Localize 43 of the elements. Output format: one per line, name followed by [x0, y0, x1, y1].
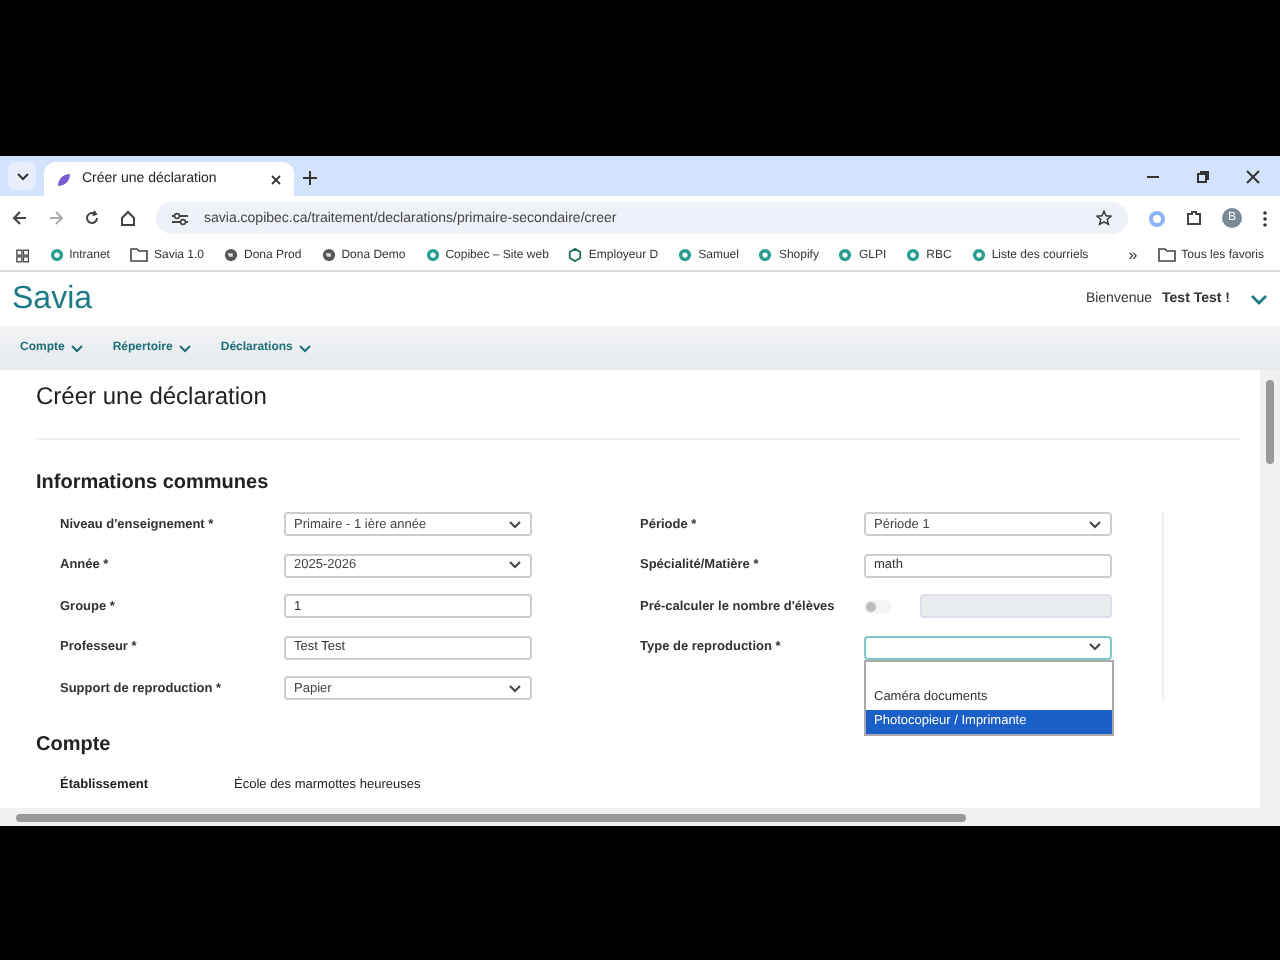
chevron-icon: [1088, 519, 1102, 530]
caret-icon: [70, 343, 85, 353]
caret-icon: [15, 171, 29, 181]
section-title: Compte: [36, 733, 111, 755]
new-tab-icon[interactable]: [302, 170, 318, 186]
caret-icon: [298, 343, 313, 353]
hexagon-icon: [568, 248, 583, 262]
chevron-icon: [508, 560, 522, 571]
tab-list-button[interactable]: [8, 162, 36, 190]
site-icon: [758, 248, 773, 262]
site-icon: [838, 248, 853, 262]
close-icon[interactable]: [1246, 169, 1260, 183]
folder-icon: [129, 248, 148, 262]
section-title: Informations communes: [36, 472, 269, 494]
site-settings-icon[interactable]: [172, 211, 188, 225]
vertical-scrollbar[interactable]: [1260, 370, 1280, 808]
chevron-icon[interactable]: [1250, 293, 1268, 305]
logo[interactable]: Savia: [12, 281, 93, 317]
restore-icon[interactable]: [1196, 169, 1210, 183]
home-icon[interactable]: [120, 210, 136, 226]
chevron-icon: [508, 683, 522, 694]
horizontal-scrollbar[interactable]: [0, 808, 1280, 826]
puzzle-icon[interactable]: [1186, 210, 1202, 226]
site-icon: [971, 248, 986, 262]
app-icon: [56, 171, 72, 187]
site-icon: [678, 248, 693, 262]
site-icon: [425, 248, 440, 262]
star-icon[interactable]: [1096, 210, 1112, 226]
reload-icon[interactable]: [84, 210, 100, 226]
chevron-icon: [1088, 642, 1102, 653]
site-icon: [49, 248, 64, 262]
close-icon[interactable]: [270, 173, 282, 185]
menu-icon[interactable]: [1262, 209, 1268, 227]
folder-icon: [1157, 248, 1176, 262]
page-title: Créer une déclaration: [36, 382, 269, 410]
back-icon[interactable]: [12, 210, 28, 226]
more-bookmarks-button[interactable]: »: [1128, 246, 1138, 264]
chevron-icon: [508, 519, 522, 530]
apps-icon[interactable]: [16, 247, 30, 263]
caret-icon: [178, 343, 193, 353]
site-icon: [906, 248, 921, 262]
globe-icon: [321, 248, 336, 262]
globe-icon: [224, 248, 239, 262]
